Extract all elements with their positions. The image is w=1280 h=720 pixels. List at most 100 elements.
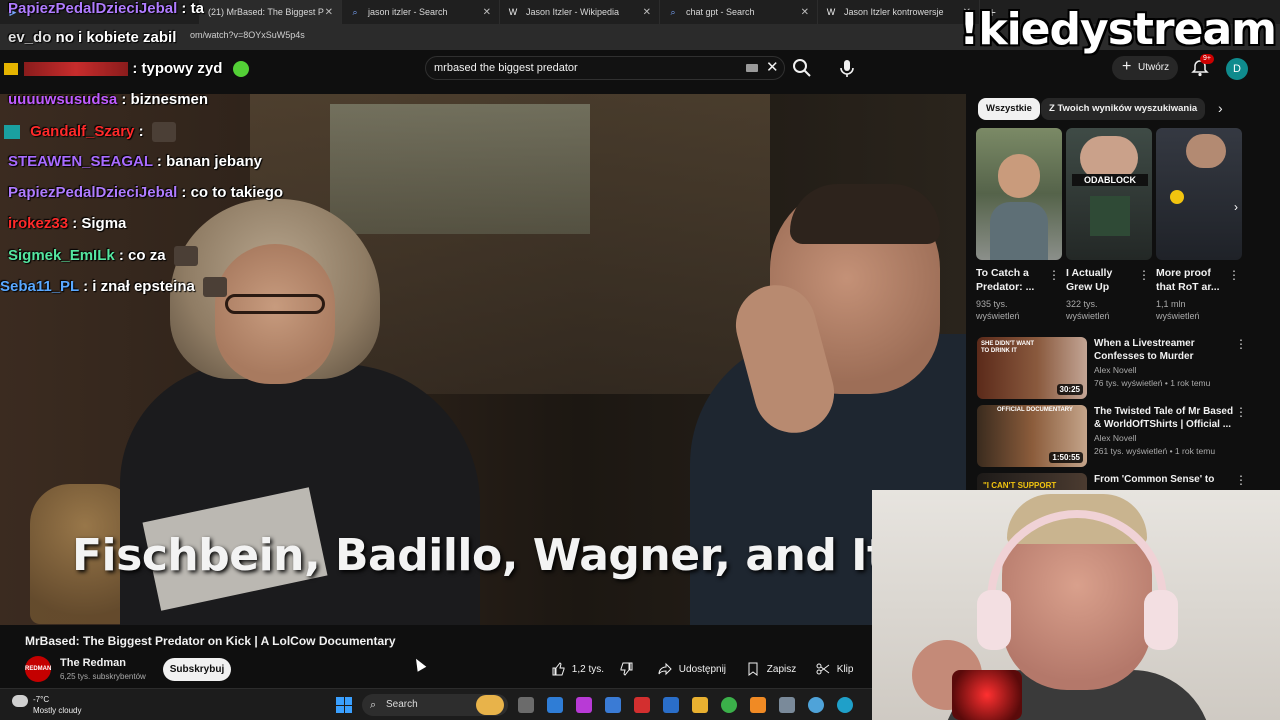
short-thumbnail[interactable] xyxy=(976,128,1062,260)
subscribe-button[interactable]: Subskrybuj xyxy=(163,658,231,681)
more-options-icon[interactable]: ⋮ xyxy=(1235,405,1247,419)
chat-message: ev_do no i kobiete zabil xyxy=(8,29,176,46)
store-icon[interactable] xyxy=(605,697,621,713)
chip-all[interactable]: Wszystkie xyxy=(978,98,1040,120)
short-title[interactable]: I Actually Grew Up xyxy=(1066,266,1140,294)
more-options-icon[interactable]: ⋮ xyxy=(1048,268,1060,282)
recommended-title[interactable]: The Twisted Tale of Mr Based & WorldOfTS… xyxy=(1094,405,1234,431)
app-green-icon[interactable] xyxy=(721,697,737,713)
chat-message: Gandalf_Szary : xyxy=(4,122,176,142)
chat-username: ev_do xyxy=(8,29,52,46)
scissors-icon xyxy=(816,663,830,675)
copilot-icon[interactable] xyxy=(576,697,592,713)
app-l-icon[interactable] xyxy=(634,697,650,713)
thumbnail-text: OFFICIAL DOCUMENTARY xyxy=(997,407,1073,413)
channel-avatar[interactable]: REDMAN xyxy=(25,656,51,682)
chat-text: : Sigma xyxy=(72,215,127,232)
recommended-title[interactable]: From 'Common Sense' to xyxy=(1094,473,1234,486)
short-card[interactable]: ODABLOCK I Actually Grew Up 322 tys. wyś… xyxy=(1066,128,1152,322)
channel-name[interactable]: The Redman xyxy=(60,657,126,669)
short-card[interactable]: More proof that RoT ar... 1,1 mln wyświe… xyxy=(1156,128,1242,322)
shorts-next-button[interactable]: › xyxy=(1234,200,1250,216)
short-card[interactable]: To Catch a Predator: ... 935 tys. wyświe… xyxy=(976,128,1062,322)
chat-username: STEAWEN_SEAGAL xyxy=(8,153,153,170)
webcam-overlay xyxy=(872,490,1280,720)
chat-message: PapiezPedalDzieciJebal : co to takiego xyxy=(8,184,283,201)
save-label: Zapisz xyxy=(766,664,797,675)
chat-text: : co za xyxy=(118,246,166,264)
short-overlay-text: ODABLOCK xyxy=(1072,174,1148,186)
create-label: Utwórz xyxy=(1138,62,1170,73)
recommended-title[interactable]: When a Livestreamer Confesses to Murder xyxy=(1094,337,1234,363)
emote-icon xyxy=(203,277,227,297)
app-blue-icon[interactable] xyxy=(808,697,824,713)
save-button[interactable]: Zapisz xyxy=(746,658,796,681)
search-icon: ⌕ xyxy=(370,699,377,711)
chat-message: Sigmek_EmILk : co za xyxy=(8,246,198,266)
video-duration: 1:50:55 xyxy=(1049,452,1083,463)
app-orange-icon[interactable] xyxy=(750,697,766,713)
chat-message: Seba11_PL : i znał epsteina xyxy=(0,277,227,297)
thumbs-up-icon xyxy=(552,662,565,676)
headset-right-cup xyxy=(1144,590,1178,650)
like-button[interactable]: 1,2 tys. xyxy=(551,658,604,681)
chat-text: : banan jebany xyxy=(156,153,262,170)
task-view-icon[interactable] xyxy=(518,697,534,713)
edge-icon[interactable] xyxy=(837,697,853,713)
start-button[interactable] xyxy=(336,697,352,713)
short-title[interactable]: To Catch a Predator: ... xyxy=(976,266,1050,294)
chat-text: : i znał epsteina xyxy=(83,277,195,295)
outlook-icon[interactable] xyxy=(663,697,679,713)
short-views: 1,1 mln wyświetleń xyxy=(1156,299,1200,321)
more-options-icon[interactable]: ⋮ xyxy=(1228,268,1240,282)
more-options-icon[interactable]: ⋮ xyxy=(1138,268,1150,282)
chat-username-obscured xyxy=(24,62,129,77)
account-avatar[interactable]: D xyxy=(1226,58,1248,80)
chat-username: Sigmek_EmILk xyxy=(8,246,115,264)
headset-left-cup xyxy=(977,590,1011,650)
clip-button[interactable]: Klip xyxy=(816,658,853,681)
chat-username: Gandalf_Szary xyxy=(30,122,135,140)
weather-description[interactable]: Mostly cloudy xyxy=(33,706,81,715)
thumbs-down-icon xyxy=(620,662,633,677)
share-button[interactable]: Udostępnij xyxy=(658,658,726,681)
file-explorer-icon[interactable] xyxy=(692,697,708,713)
short-thumbnail[interactable] xyxy=(1156,128,1242,260)
emote-icon xyxy=(151,122,176,142)
app-icon[interactable] xyxy=(547,697,563,713)
chip-from-search[interactable]: Z Twoich wyników wyszukiwania xyxy=(1041,98,1206,120)
recommended-video[interactable]: SHE DIDN'T WANT TO DRINK IT 30:25 When a… xyxy=(977,337,1267,403)
recommended-meta: 76 tys. wyświetleń • 1 rok temu xyxy=(1094,378,1211,388)
short-views: 935 tys. wyświetleń xyxy=(976,299,1020,321)
taskbar-widget-icon[interactable] xyxy=(476,695,504,715)
more-options-icon[interactable]: ⋮ xyxy=(1235,337,1247,351)
recommended-video[interactable]: OFFICIAL DOCUMENTARY 1:50:55 The Twisted… xyxy=(977,405,1267,471)
video-duration: 30:25 xyxy=(1056,384,1083,395)
chat-text: : co to takiego xyxy=(181,184,284,201)
subscriber-count: 6,25 tys. subskrybentów xyxy=(60,672,146,681)
video-thumbnail[interactable]: SHE DIDN'T WANT TO DRINK IT 30:25 xyxy=(977,337,1087,399)
recommended-channel[interactable]: Alex Novell xyxy=(1094,365,1137,375)
cloud-icon[interactable] xyxy=(12,695,28,707)
emote-icon xyxy=(232,61,249,78)
short-views: 322 tys. wyświetleń xyxy=(1066,299,1110,321)
mouse-cursor-icon xyxy=(411,656,427,672)
notepad-icon[interactable] xyxy=(779,697,795,713)
recommended-channel[interactable]: Alex Novell xyxy=(1094,433,1137,443)
webcam-mug xyxy=(952,670,1022,720)
video-caption: Fischbein, Badillo, Wagner, and Itzl xyxy=(72,530,872,581)
weather-temperature[interactable]: -7°C xyxy=(33,695,49,704)
more-options-icon[interactable]: ⋮ xyxy=(1235,473,1247,487)
short-title[interactable]: More proof that RoT ar... xyxy=(1156,266,1230,294)
chat-message: irokez33 : Sigma xyxy=(8,215,126,232)
chevron-right-icon[interactable]: › xyxy=(1218,100,1223,116)
recommended-meta: 261 tys. wyświetleń • 1 rok temu xyxy=(1094,446,1216,456)
chat-text: : biznesmen xyxy=(121,91,209,108)
chat-message: : typowy zyd xyxy=(4,60,249,78)
video-thumbnail[interactable]: OFFICIAL DOCUMENTARY 1:50:55 xyxy=(977,405,1087,467)
chat-text: : typowy zyd xyxy=(132,60,223,77)
dislike-button[interactable] xyxy=(620,658,638,681)
create-button[interactable]: + Utwórz xyxy=(1112,56,1178,80)
short-thumbnail[interactable]: ODABLOCK xyxy=(1066,128,1152,260)
user-badge-icon xyxy=(4,125,20,139)
